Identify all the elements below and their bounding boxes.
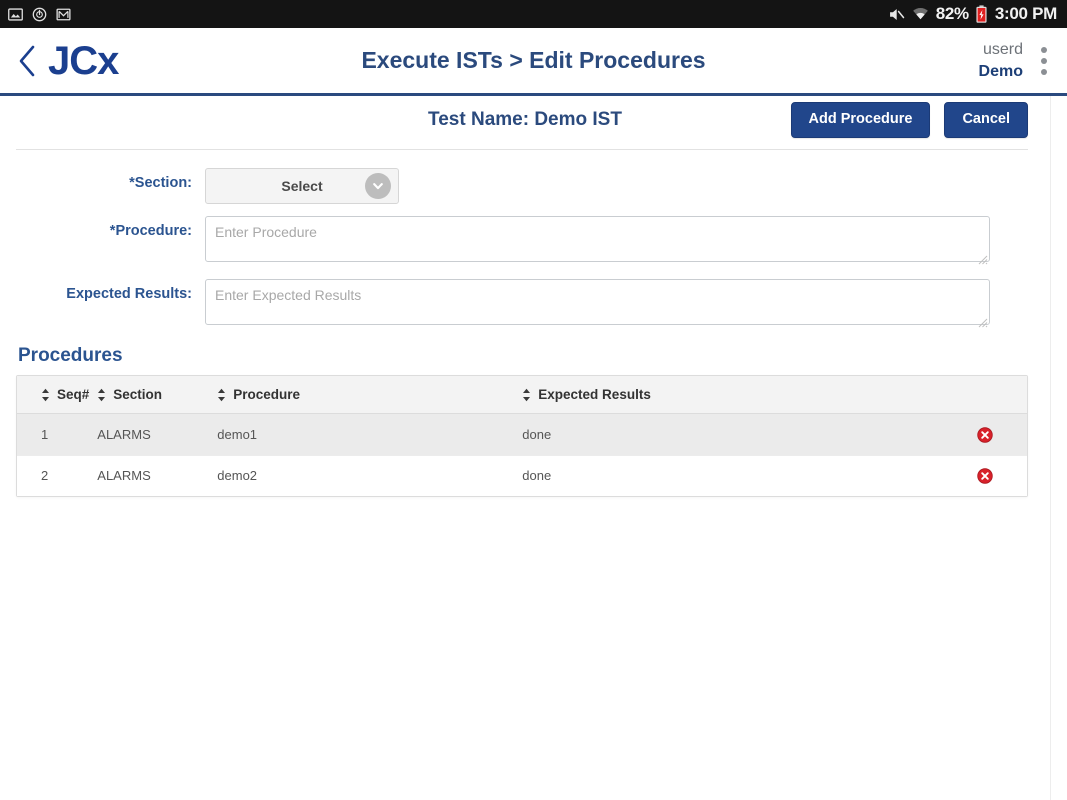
toolbar-buttons: Add Procedure Cancel xyxy=(790,102,1035,138)
cell-seq: 1 xyxy=(17,413,98,456)
column-header-seq[interactable]: Seq# xyxy=(17,376,98,414)
cell-section: ALARMS xyxy=(97,455,218,497)
kebab-dot xyxy=(1041,46,1047,53)
column-header-procedure[interactable]: Procedure xyxy=(217,376,523,414)
section-select[interactable]: Select xyxy=(205,168,399,204)
mail-icon xyxy=(56,7,71,22)
main-content: Test Name: Demo IST Add Procedure Cancel… xyxy=(0,96,1067,800)
procedure-input[interactable] xyxy=(205,216,990,262)
table-header-row: Seq# Section Procedure Expected Results xyxy=(17,376,1027,414)
expected-results-input-wrap xyxy=(205,279,990,330)
cell-procedure: demo1 xyxy=(217,413,523,456)
delete-circle-icon[interactable] xyxy=(977,426,993,443)
procedure-form: *Section: Select *Procedure: Enter Proce… xyxy=(0,150,1050,330)
table-body: 1 ALARMS demo1 done 2 ALARMS demo2 done xyxy=(17,413,1027,497)
table-head: Seq# Section Procedure Expected Results xyxy=(17,376,1027,414)
procedure-label: *Procedure: xyxy=(109,223,192,239)
procedures-heading: Procedures xyxy=(18,345,123,366)
clock-time-label: 3:00 PM xyxy=(994,4,1057,23)
kebab-dot xyxy=(1041,57,1047,64)
cell-expected-results: done xyxy=(522,455,951,497)
expected-results-input[interactable] xyxy=(205,279,990,325)
screenshot-icon xyxy=(8,7,23,22)
clock-icon xyxy=(32,7,47,22)
column-header-section[interactable]: Section xyxy=(97,376,218,414)
status-bar-indicators: 82% 3:00 PM xyxy=(888,4,1057,24)
column-header-section-label: Section xyxy=(113,387,163,402)
add-procedure-button[interactable]: Add Procedure xyxy=(790,102,931,138)
cell-expected-results: done xyxy=(522,413,951,456)
column-header-expected-results-label: Expected Results xyxy=(538,387,651,402)
procedure-input-wrap xyxy=(205,216,990,267)
mute-icon xyxy=(888,6,905,23)
content-edge-divider xyxy=(1050,96,1051,800)
brand-home-link[interactable]: JCx xyxy=(16,38,119,83)
table-row[interactable]: 1 ALARMS demo1 done xyxy=(17,413,1027,456)
content-column: Test Name: Demo IST Add Procedure Cancel… xyxy=(0,96,1050,498)
procedures-table-container: Seq# Section Procedure Expected Results … xyxy=(16,375,1028,498)
expected-results-label: Expected Results: xyxy=(66,286,192,302)
cell-seq: 2 xyxy=(17,455,98,497)
column-header-procedure-label: Procedure xyxy=(233,387,301,402)
page-title: Execute ISTs > Edit Procedures xyxy=(361,47,706,73)
procedure-field-row: *Procedure: xyxy=(0,216,1050,267)
status-bar-notifications xyxy=(8,7,71,22)
brand-logo-text: JCx xyxy=(48,38,119,83)
user-name-label: userd xyxy=(982,40,1023,58)
wifi-icon xyxy=(912,6,929,22)
user-area: userd Demo xyxy=(979,39,1051,82)
toolbar-row: Test Name: Demo IST Add Procedure Cancel xyxy=(0,96,1050,144)
user-role-label: Demo xyxy=(978,62,1023,80)
delete-circle-icon[interactable] xyxy=(977,468,993,484)
user-identity: userd Demo xyxy=(979,39,1023,82)
battery-percent-label: 82% xyxy=(935,4,969,23)
kebab-dot xyxy=(1041,68,1047,75)
column-header-actions xyxy=(951,376,1027,414)
back-chevron-icon[interactable] xyxy=(16,44,38,78)
column-header-expected-results[interactable]: Expected Results xyxy=(522,376,951,414)
cancel-button[interactable]: Cancel xyxy=(944,102,1028,138)
sort-arrows-icon xyxy=(42,388,49,401)
table-row[interactable]: 2 ALARMS demo2 done xyxy=(17,455,1027,497)
chevron-down-icon[interactable] xyxy=(365,173,391,199)
sort-arrows-icon xyxy=(98,388,106,401)
cell-section: ALARMS xyxy=(97,413,218,456)
sort-arrows-icon xyxy=(218,388,226,401)
cell-procedure: demo2 xyxy=(217,455,523,497)
app-header: JCx Execute ISTs > Edit Procedures userd… xyxy=(0,28,1067,93)
cell-actions xyxy=(951,455,1027,497)
expected-results-field-row: Expected Results: xyxy=(0,279,1050,330)
android-status-bar: 82% 3:00 PM xyxy=(0,0,1067,28)
battery-icon xyxy=(976,5,987,23)
sort-arrows-icon xyxy=(523,388,531,401)
column-header-seq-label: Seq# xyxy=(57,387,90,402)
section-select-value: Select xyxy=(281,178,323,194)
kebab-menu-icon[interactable] xyxy=(1037,44,1051,78)
procedures-table: Seq# Section Procedure Expected Results … xyxy=(17,376,1027,497)
cell-actions xyxy=(951,413,1027,456)
section-field-row: *Section: Select xyxy=(0,168,1050,204)
section-label: *Section: xyxy=(129,175,192,191)
